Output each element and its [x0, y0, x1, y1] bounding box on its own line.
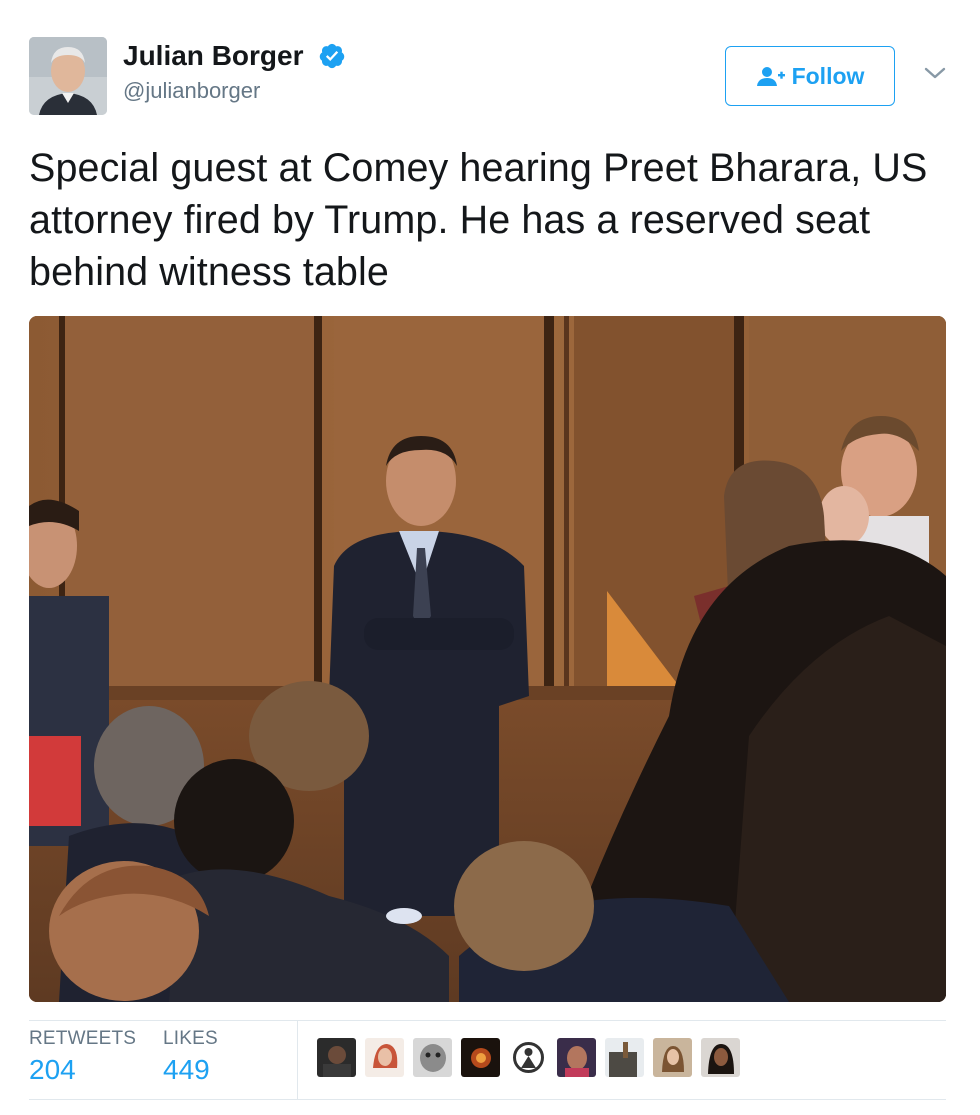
- liker-avatar[interactable]: [509, 1038, 548, 1077]
- likers-avatars: [317, 1038, 740, 1077]
- tweet-photo[interactable]: [29, 316, 946, 1002]
- likes-count: 449: [163, 1054, 210, 1085]
- liker-avatar[interactable]: [461, 1038, 500, 1077]
- chevron-down-icon[interactable]: [922, 62, 948, 84]
- add-user-icon: [756, 67, 785, 86]
- avatar[interactable]: [29, 37, 107, 115]
- divider: [297, 1020, 298, 1099]
- liker-avatar[interactable]: [605, 1038, 644, 1077]
- retweets-label: RETWEETS: [29, 1028, 137, 1049]
- tweet-card: Julian Borger @julianborger Follow Speci…: [0, 0, 980, 1115]
- liker-avatar[interactable]: [317, 1038, 356, 1077]
- liker-avatar[interactable]: [557, 1038, 596, 1077]
- liker-avatar[interactable]: [365, 1038, 404, 1077]
- follow-button[interactable]: Follow: [725, 46, 895, 106]
- likes-stat[interactable]: LIKES 449: [163, 1028, 218, 1086]
- retweets-count: 204: [29, 1054, 76, 1085]
- divider: [29, 1020, 946, 1021]
- tweet-text: Special guest at Comey hearing Preet Bha…: [29, 146, 928, 294]
- follow-button-label: Follow: [791, 62, 865, 89]
- liker-avatar[interactable]: [653, 1038, 692, 1077]
- likes-label: LIKES: [163, 1028, 218, 1049]
- divider: [29, 1099, 946, 1100]
- display-name[interactable]: Julian Borger: [123, 40, 303, 72]
- retweets-stat[interactable]: RETWEETS 204: [29, 1028, 136, 1086]
- liker-avatar[interactable]: [701, 1038, 740, 1077]
- liker-avatar[interactable]: [413, 1038, 452, 1077]
- verified-badge-icon: [319, 43, 345, 69]
- user-handle[interactable]: @julianborger: [123, 78, 260, 104]
